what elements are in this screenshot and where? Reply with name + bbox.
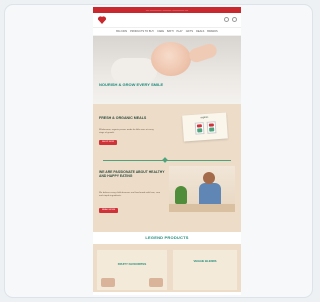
main-nav: BIG KIDS PRODUCTS TO BUY CARE BATH PLAY … xyxy=(93,28,241,36)
section-title: FRESH & ORGANIC MEALS xyxy=(99,116,147,120)
nav-item-deals[interactable]: DEALS xyxy=(196,28,204,35)
section-title: WE ARE PASSIONATE ABOUT HEALTHY AND HAPP… xyxy=(99,170,165,179)
category-card-veggie[interactable]: VEGGIE BLENDS xyxy=(173,250,237,290)
website-page: — ———— ——— ———— — BIG KIDS PRODUCTS TO B… xyxy=(93,7,241,295)
table-image xyxy=(169,204,235,212)
nav-item-bath[interactable]: BATH xyxy=(167,28,173,35)
product-jars xyxy=(183,120,228,135)
site-header xyxy=(93,13,241,28)
divider-diamond-icon xyxy=(162,157,168,163)
nav-item-brands[interactable]: BRANDS xyxy=(207,28,217,35)
organic-meals-section: FRESH & ORGANIC MEALS Wholesome, organic… xyxy=(93,104,241,156)
nav-item-care[interactable]: CARE xyxy=(157,28,164,35)
read-more-button[interactable]: READ MORE xyxy=(99,208,119,213)
product-board: organic xyxy=(182,112,228,142)
nav-item-gifts[interactable]: GIFTS xyxy=(186,28,193,35)
nav-item-play[interactable]: PLAY xyxy=(177,28,183,35)
legend-products-heading: LEGEND PRODUCTS xyxy=(93,232,241,244)
shop-now-button[interactable]: SHOP NOW xyxy=(99,140,118,145)
passion-section: WE ARE PASSIONATE ABOUT HEALTHY AND HAPP… xyxy=(93,164,241,232)
product-jar[interactable] xyxy=(194,122,204,135)
category-card-fruity[interactable]: FRUITY FAVOURITES xyxy=(97,250,167,290)
category-title: FRUITY FAVOURITES xyxy=(117,262,147,266)
hero-title: NOURISH & GROW EVERY SMILE xyxy=(99,82,164,87)
parent-head xyxy=(203,172,215,184)
header-icons xyxy=(224,17,237,22)
heart-logo-icon[interactable] xyxy=(97,15,107,25)
section-text: We believe every child deserves real foo… xyxy=(99,192,161,197)
category-thumbnail xyxy=(101,278,115,287)
section-divider xyxy=(93,156,241,164)
board-title: organic xyxy=(200,115,209,120)
nav-item-big-kids[interactable]: BIG KIDS xyxy=(116,28,127,35)
product-categories-section: FRUITY FAVOURITES VEGGIE BLENDS xyxy=(93,244,241,292)
section-text: Wholesome, organic purees made for littl… xyxy=(99,129,154,134)
product-jar[interactable] xyxy=(206,121,216,134)
family-photo xyxy=(169,166,235,212)
hero-banner: NOURISH & GROW EVERY SMILE xyxy=(93,36,241,104)
category-thumbnail xyxy=(149,278,163,287)
cart-icon[interactable] xyxy=(232,17,237,22)
baby-photo-face xyxy=(151,42,191,76)
category-title: VEGGIE BLENDS xyxy=(193,259,217,263)
baby-photo-body xyxy=(111,58,157,84)
baby-photo-arm xyxy=(187,42,219,64)
plant-image xyxy=(175,186,187,204)
nav-item-products[interactable]: PRODUCTS TO BUY xyxy=(130,28,154,35)
search-icon[interactable] xyxy=(224,17,229,22)
